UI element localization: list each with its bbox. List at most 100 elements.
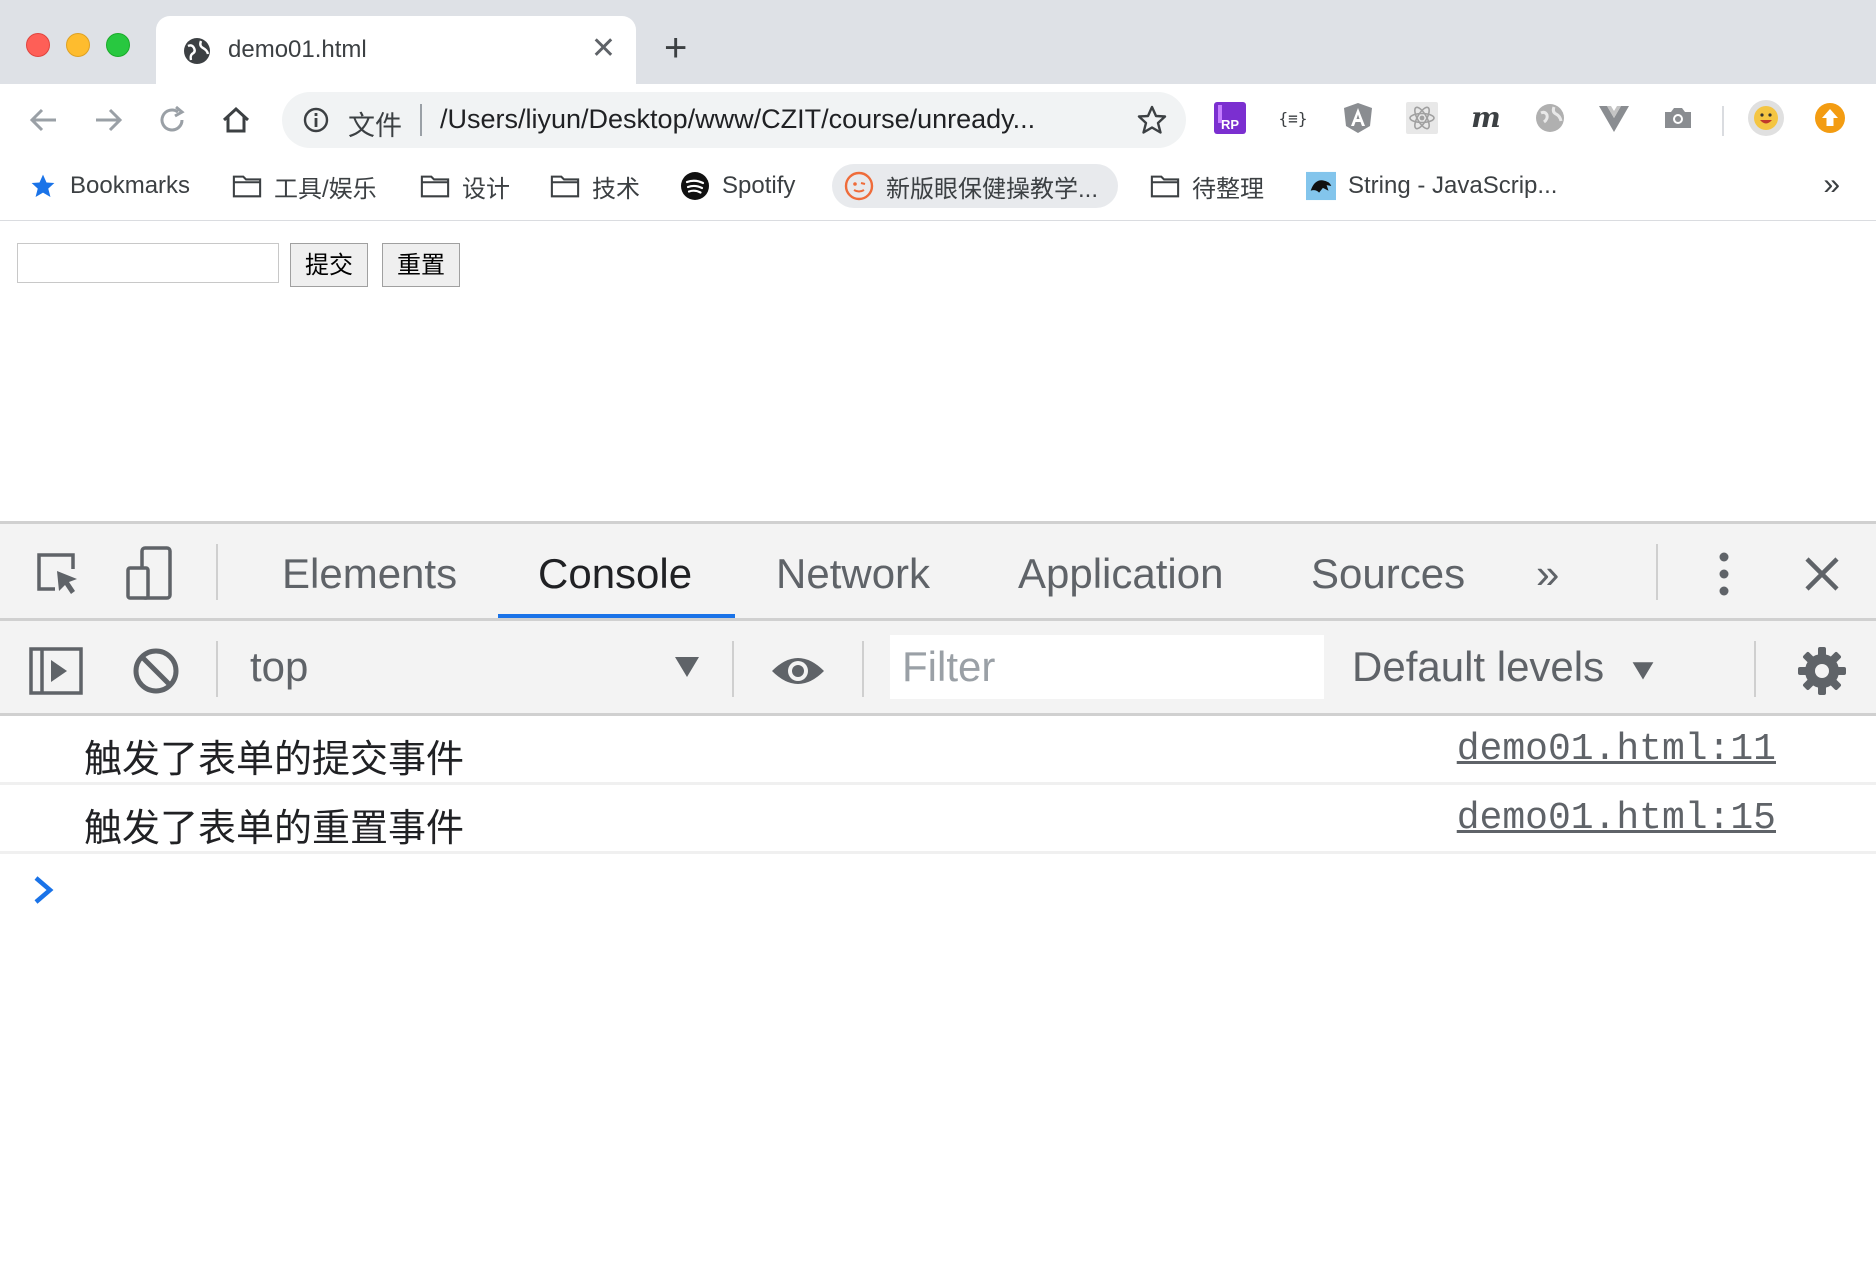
angular-extension-icon[interactable]: [1338, 98, 1378, 138]
bookmark-label: 新版眼保健操教学...: [886, 175, 1099, 203]
caret-down-icon: [1632, 662, 1654, 680]
devtools-panel: Elements Console Network Application Sou…: [0, 521, 1876, 1281]
tab-application[interactable]: Application: [1018, 550, 1223, 598]
folder-icon: [550, 171, 580, 201]
close-window-button[interactable]: [26, 33, 50, 57]
toolbar-divider: [732, 641, 734, 697]
browser-toolbar: 文件 /Users/liyun/Desktop/www/CZIT/course/…: [0, 84, 1876, 154]
new-tab-button[interactable]: +: [664, 28, 687, 68]
toolbar-divider: [216, 641, 218, 697]
toolbar-divider: [862, 641, 864, 697]
star-icon: [28, 171, 58, 201]
close-devtools-icon[interactable]: [1794, 546, 1850, 602]
svg-text:m: m: [1471, 101, 1501, 134]
svg-text:RP: RP: [1221, 117, 1239, 132]
console-message: 触发了表单的提交事件 demo01.html:11: [0, 716, 1876, 785]
folder-icon: [232, 171, 262, 201]
bookmark-label: 待整理: [1192, 175, 1264, 203]
bookmark-bookmarks[interactable]: Bookmarks: [28, 164, 190, 208]
text-input[interactable]: [17, 243, 279, 283]
globe-extension-icon[interactable]: [1530, 98, 1570, 138]
axure-rp-extension-icon[interactable]: RP: [1210, 98, 1250, 138]
bookmark-label: Bookmarks: [70, 172, 191, 199]
tab-network[interactable]: Network: [776, 550, 930, 598]
log-levels-label: Default levels: [1352, 643, 1605, 690]
bookmark-star-icon[interactable]: [1136, 104, 1168, 136]
bookmark-folder-todo[interactable]: 待整理: [1150, 164, 1264, 208]
live-expression-eye-icon[interactable]: [770, 643, 826, 699]
bookmark-folder-tech[interactable]: 技术: [550, 164, 640, 208]
bookmark-label: String - JavaScrip...: [1348, 172, 1558, 199]
bookmark-eye-exercise[interactable]: 新版眼保健操教学...: [832, 164, 1119, 208]
info-icon[interactable]: [302, 106, 330, 134]
url-text[interactable]: /Users/liyun/Desktop/www/CZIT/course/unr…: [440, 104, 1100, 135]
console-source-link[interactable]: demo01.html:11: [1457, 728, 1776, 771]
minimize-window-button[interactable]: [66, 33, 90, 57]
file-scheme-label: 文件: [348, 111, 402, 141]
active-tab-indicator: [498, 614, 735, 618]
m-extension-icon[interactable]: m: [1466, 98, 1506, 138]
log-levels-dropdown[interactable]: Default levels: [1352, 643, 1656, 691]
forward-arrow-icon[interactable]: [90, 102, 126, 138]
inspect-element-icon[interactable]: [30, 546, 86, 602]
bookmark-spotify[interactable]: Spotify: [680, 164, 795, 208]
reset-button[interactable]: 重置: [382, 243, 460, 287]
console-prompt-chevron-icon[interactable]: [28, 870, 58, 910]
filter-field[interactable]: [890, 635, 1324, 699]
device-toolbar-icon[interactable]: [124, 546, 180, 602]
bookmark-label: Spotify: [722, 172, 796, 199]
react-devtools-extension-icon[interactable]: [1402, 98, 1442, 138]
gear-icon[interactable]: [1794, 643, 1850, 699]
back-arrow-icon[interactable]: [26, 102, 62, 138]
bookmark-label: 工具/娱乐: [274, 175, 377, 203]
console-toolbar: top Default levels: [0, 621, 1876, 716]
spotify-icon: [680, 171, 710, 201]
folder-icon: [1150, 171, 1180, 201]
tab-console[interactable]: Console: [538, 550, 692, 598]
toolbar-divider: [1722, 106, 1724, 136]
update-icon[interactable]: [1810, 98, 1850, 138]
console-message-text: 触发了表单的重置事件: [84, 806, 465, 850]
more-bookmarks-button[interactable]: »: [1823, 168, 1840, 202]
json-viewer-extension-icon[interactable]: {≡}: [1273, 98, 1313, 138]
tab-close-button[interactable]: ✕: [591, 34, 616, 64]
reload-icon[interactable]: [154, 102, 190, 138]
context-selector[interactable]: top: [250, 643, 308, 691]
tab-strip: demo01.html ✕ +: [0, 0, 1876, 84]
caret-down-icon[interactable]: [672, 651, 702, 681]
tab-sources[interactable]: Sources: [1311, 550, 1465, 598]
bookmark-mdn-string[interactable]: String - JavaScrip...: [1306, 164, 1557, 208]
bookmark-folder-tools[interactable]: 工具/娱乐: [232, 164, 377, 208]
console-source-link[interactable]: demo01.html:15: [1457, 797, 1776, 840]
toolbar-divider: [1656, 544, 1658, 600]
filter-input[interactable]: [890, 635, 1324, 699]
face-icon: [844, 171, 874, 201]
address-bar[interactable]: 文件 /Users/liyun/Desktop/www/CZIT/course/…: [282, 92, 1186, 148]
devtools-tab-bar: Elements Console Network Application Sou…: [0, 524, 1876, 621]
tab-title: demo01.html: [228, 36, 367, 63]
tab-elements[interactable]: Elements: [282, 550, 457, 598]
clear-console-icon[interactable]: [128, 643, 184, 699]
svg-text:{≡}: {≡}: [1279, 109, 1308, 128]
kebab-menu-icon[interactable]: [1696, 546, 1752, 602]
toolbar-divider: [1754, 641, 1756, 697]
omnibox-divider: [420, 104, 422, 136]
browser-tab[interactable]: demo01.html ✕: [156, 16, 636, 84]
vue-devtools-extension-icon[interactable]: [1594, 98, 1634, 138]
mdn-icon: [1306, 171, 1336, 201]
camera-extension-icon[interactable]: [1658, 98, 1698, 138]
sidebar-toggle-icon[interactable]: [28, 643, 84, 699]
bookmark-label: 技术: [592, 175, 640, 203]
more-tabs-button[interactable]: »: [1536, 550, 1559, 598]
console-message-text: 触发了表单的提交事件: [84, 737, 465, 781]
home-icon[interactable]: [218, 102, 254, 138]
page-content: 提交 重置: [0, 221, 1876, 521]
globe-icon: [184, 38, 210, 64]
submit-button[interactable]: 提交: [290, 243, 368, 287]
bookmarks-bar: Bookmarks 工具/娱乐 设计 技术 Spotify 新版眼保健操教学..…: [0, 154, 1876, 221]
profile-avatar[interactable]: [1746, 98, 1786, 138]
bookmark-label: 设计: [462, 175, 510, 203]
folder-icon: [420, 171, 450, 201]
bookmark-folder-design[interactable]: 设计: [420, 164, 510, 208]
zoom-window-button[interactable]: [106, 33, 130, 57]
